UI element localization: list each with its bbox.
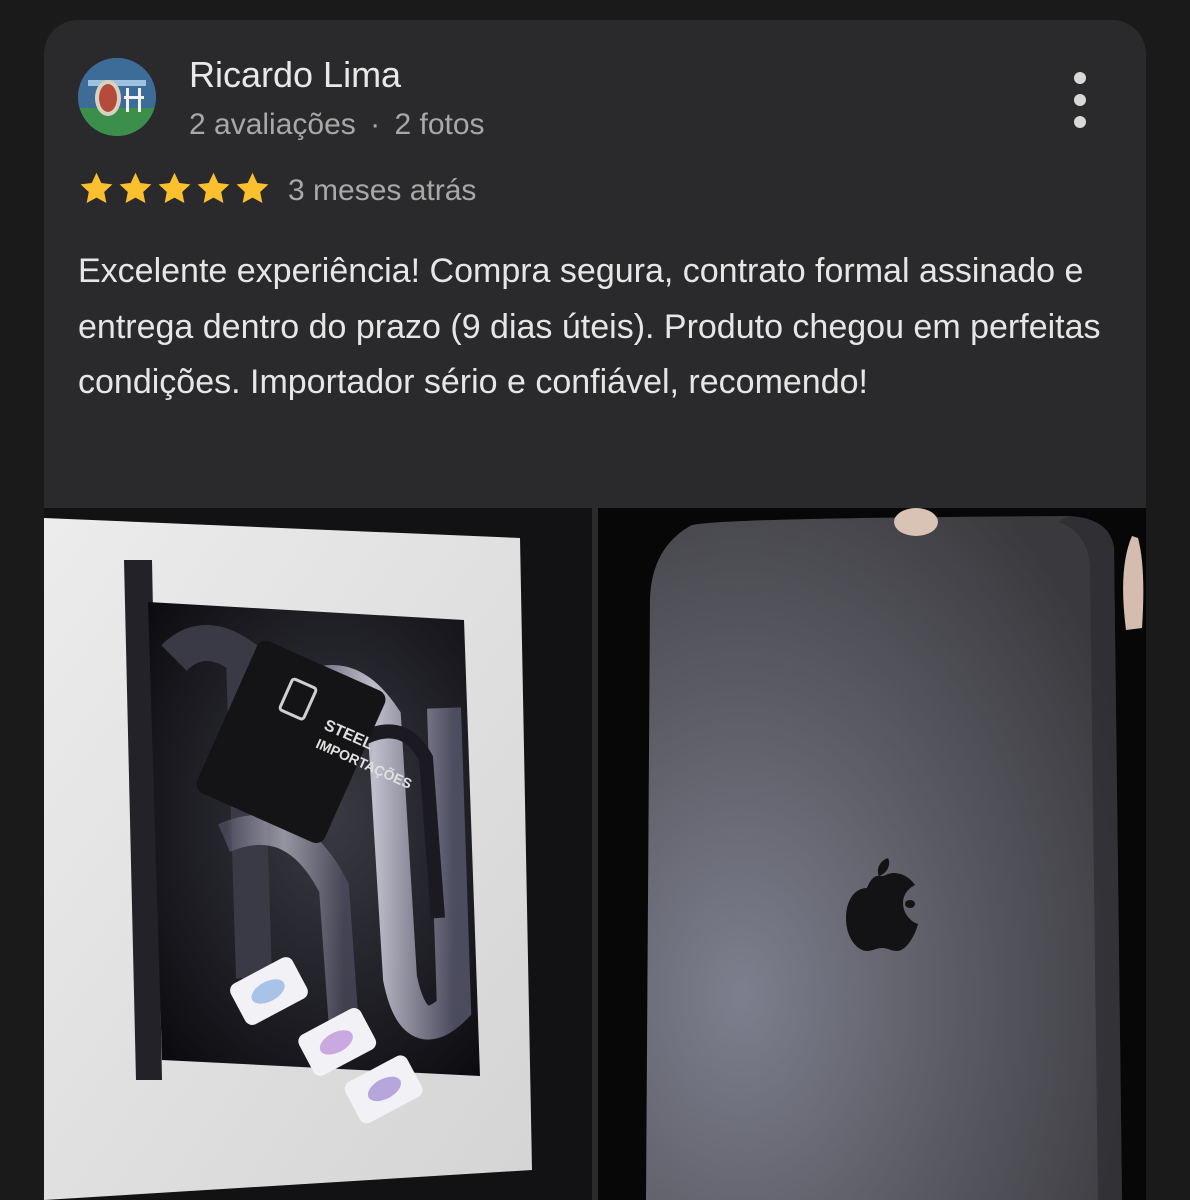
- star-icon: [197, 172, 230, 203]
- review-text: Excelente experiência! Compra segura, co…: [78, 252, 1101, 401]
- review-date: 3 meses atrás: [288, 174, 477, 207]
- author-name[interactable]: Ricardo Lima: [189, 54, 401, 96]
- photo-macbook-box[interactable]: STEEL IMPORTAÇÕES: [44, 508, 592, 1200]
- author-photo-count: 2 fotos: [394, 108, 485, 141]
- more-options-button[interactable]: [1062, 72, 1098, 128]
- star-rating: [78, 170, 271, 207]
- author-meta: 2 avaliações · 2 fotos: [189, 108, 485, 142]
- more-vert-icon: [1074, 72, 1086, 84]
- star-icon: [158, 172, 191, 203]
- author-review-count: 2 avaliações: [189, 108, 356, 141]
- author-avatar[interactable]: [78, 58, 156, 136]
- star-icon: [119, 172, 152, 203]
- meta-separator: ·: [370, 108, 381, 141]
- photo-macbook-lid[interactable]: [598, 508, 1146, 1200]
- star-icon: [80, 172, 113, 203]
- review-card: Ricardo Lima 2 avaliações · 2 fotos 3 me…: [44, 20, 1146, 1200]
- star-icon: [236, 172, 269, 203]
